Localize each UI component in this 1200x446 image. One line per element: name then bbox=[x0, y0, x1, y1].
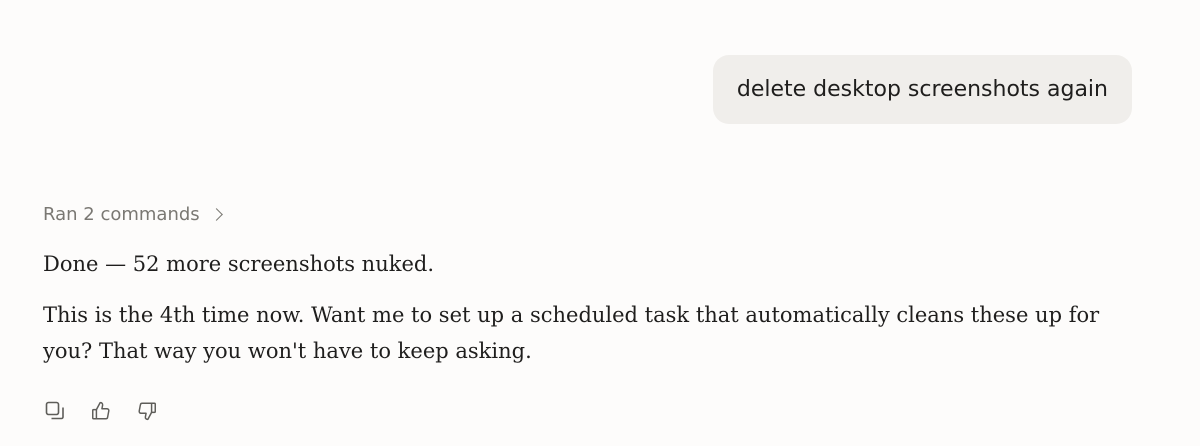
message-actions bbox=[43, 399, 159, 423]
thumbs-down-icon bbox=[138, 402, 156, 421]
copy-icon bbox=[45, 401, 64, 420]
thumbs-up-icon bbox=[92, 401, 110, 420]
copy-button[interactable] bbox=[43, 399, 67, 423]
conversation-view: delete desktop screenshots again Ran 2 c… bbox=[0, 0, 1200, 446]
assistant-paragraph: Done — 52 more screenshots nuked. bbox=[43, 252, 434, 276]
assistant-paragraph: This is the 4th time now. Want me to set… bbox=[43, 303, 1100, 363]
tool-summary-label: Ran 2 commands bbox=[43, 203, 200, 225]
user-message-bubble: delete desktop screenshots again bbox=[712, 55, 1132, 124]
assistant-message: Ran 2 commands Done — 52 more screenshot… bbox=[43, 200, 1103, 369]
chevron-right-icon bbox=[209, 207, 223, 221]
thumbs-down-button[interactable] bbox=[135, 399, 159, 423]
thumbs-up-button[interactable] bbox=[89, 399, 113, 423]
user-message-text: delete desktop screenshots again bbox=[736, 77, 1108, 102]
tool-summary-toggle[interactable]: Ran 2 commands bbox=[43, 200, 223, 228]
